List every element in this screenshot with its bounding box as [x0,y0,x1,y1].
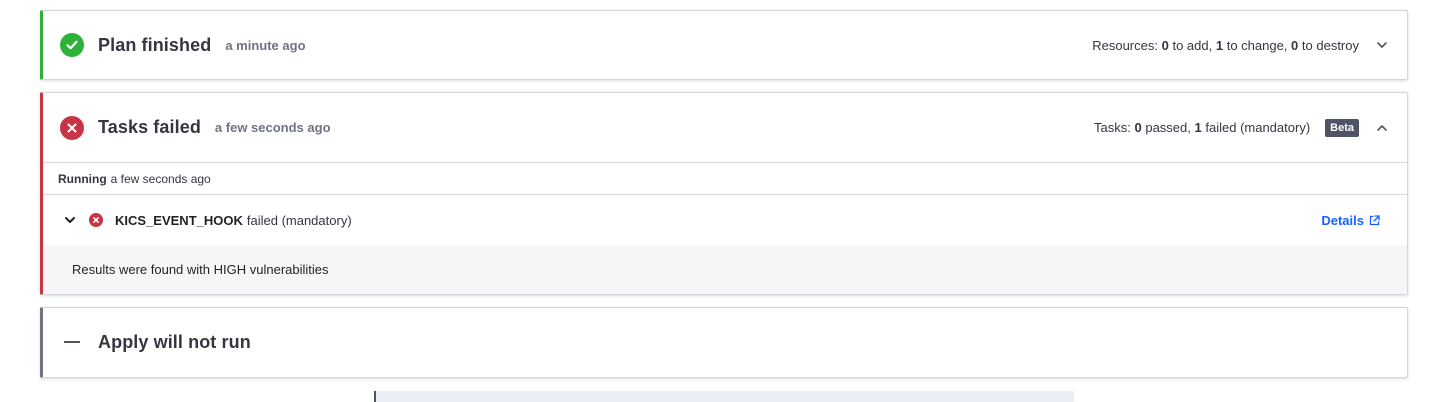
running-label: Running [58,171,107,186]
hook-result-text: Results were found with HIGH vulnerabili… [72,262,329,277]
to-destroy-count: 0 [1291,37,1299,53]
x-circle-icon [60,115,84,140]
hook-status: failed (mandatory) [246,212,352,228]
chevron-up-icon[interactable] [1375,121,1389,135]
tasks-card: Tasks failed a few seconds ago Tasks: 0 … [40,92,1408,295]
details-link[interactable]: Details [1321,195,1380,245]
plan-time: a minute ago [225,37,306,53]
to-add-label: to add, [1172,37,1213,53]
check-circle-icon [60,33,84,57]
chevron-down-icon[interactable] [1375,38,1389,52]
to-destroy-label: to destroy [1301,37,1359,53]
apply-title: Apply will not run [98,331,251,352]
tasks-summary: Tasks: 0 passed, 1 failed (mandatory) Be… [1094,93,1389,162]
plan-header[interactable]: Plan finished a minute ago Resources: 0 … [43,11,1407,79]
tasks-title: Tasks failed [98,117,201,137]
hook-result: Results were found with HIGH vulnerabili… [43,245,1407,294]
to-add-count: 0 [1161,37,1169,53]
running-status: Running a few seconds ago [43,162,1407,195]
hook-name: KICS_EVENT_HOOK [115,212,243,228]
plan-title: Plan finished [98,34,212,55]
minus-icon [64,341,80,343]
bottom-panel [374,391,1074,402]
apply-header: Apply will not run [43,308,1407,376]
details-label: Details [1321,212,1364,228]
passed-count: 0 [1134,120,1142,135]
chevron-down-icon[interactable] [63,213,77,227]
tasks-time: a few seconds ago [214,120,331,135]
x-circle-icon [89,213,103,227]
failed-label: failed (mandatory) [1205,120,1311,135]
task-hook-row[interactable]: KICS_EVENT_HOOK failed (mandatory) Detai… [43,195,1407,245]
tasks-label: Tasks: [1094,120,1131,135]
tasks-header[interactable]: Tasks failed a few seconds ago Tasks: 0 … [43,93,1407,162]
external-link-icon [1369,214,1380,225]
plan-card: Plan finished a minute ago Resources: 0 … [40,10,1408,80]
to-change-label: to change, [1226,37,1288,53]
plan-resources-summary: Resources: 0 to add, 1 to change, 0 to d… [1092,11,1389,79]
to-change-count: 1 [1215,37,1224,53]
resources-label: Resources: [1092,37,1158,53]
failed-count: 1 [1194,120,1202,135]
running-time: a few seconds ago [110,171,211,186]
passed-label: passed, [1145,120,1191,135]
beta-badge: Beta [1325,118,1359,137]
apply-card: Apply will not run [40,307,1408,378]
